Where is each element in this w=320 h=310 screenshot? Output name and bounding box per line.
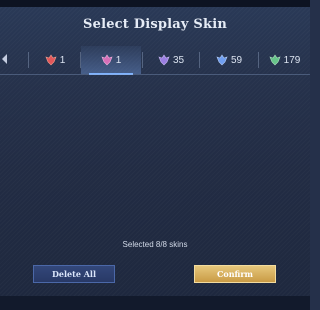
selection-status: Selected 8/8 skins xyxy=(122,240,188,249)
tab-count: 1 xyxy=(115,54,122,66)
tab-tier-3[interactable]: 35 xyxy=(143,46,199,74)
tab-tier-4[interactable]: 59 xyxy=(200,46,258,74)
tab-count: 35 xyxy=(172,54,185,66)
green-rank-emblem-icon xyxy=(269,54,281,66)
tab-tier-1[interactable]: 1 xyxy=(30,46,80,74)
top-band xyxy=(0,0,310,7)
tab-count: 1 xyxy=(59,54,66,66)
tier-tab-bar: 1 1 35 59 179 xyxy=(0,46,310,75)
skin-select-panel: Select Display Skin 1 1 35 59 179 Select… xyxy=(0,0,310,310)
red-rank-emblem-icon xyxy=(45,54,57,66)
tab-separator xyxy=(28,52,29,68)
bottom-band xyxy=(0,296,310,310)
delete-all-button[interactable]: Delete All xyxy=(33,265,115,283)
tab-count: 179 xyxy=(283,54,301,66)
tab-divider xyxy=(0,74,310,75)
tab-tier-2[interactable]: 1 xyxy=(81,46,141,75)
scroll-left-arrow-icon[interactable] xyxy=(2,54,7,64)
blue-rank-emblem-icon xyxy=(216,54,228,66)
page-title: Select Display Skin xyxy=(83,17,227,32)
pink-rank-emblem-icon xyxy=(101,54,113,66)
purple-rank-emblem-icon xyxy=(158,54,170,66)
confirm-button[interactable]: Confirm xyxy=(194,265,276,283)
tab-tier-5[interactable]: 179 xyxy=(259,46,310,74)
tab-count: 59 xyxy=(230,54,243,66)
